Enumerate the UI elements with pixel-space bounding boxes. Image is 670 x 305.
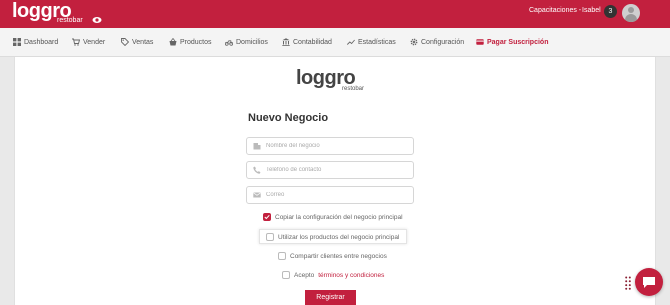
nav-item-configuracion[interactable]: Configuración [410, 38, 464, 46]
form-logo: loggro restobar [296, 67, 386, 95]
drag-handle-icon[interactable] [625, 276, 631, 290]
chat-button[interactable] [635, 268, 663, 296]
page-title: Nuevo Negocio [248, 112, 329, 124]
nav-item-contabilidad[interactable]: Contabilidad [282, 38, 332, 46]
nav-label: Ventas [132, 38, 154, 46]
nav-item-ventas[interactable]: Ventas [121, 38, 153, 46]
share-clients-label: Compartir clientes entre negocios [290, 252, 387, 260]
use-products-label: Utilizar los productos del negocio princ… [278, 233, 400, 241]
nav-item-vender[interactable]: Vender [72, 38, 105, 46]
avatar[interactable] [622, 4, 640, 22]
eye-icon[interactable] [92, 16, 102, 24]
building-icon [253, 143, 261, 150]
terms-check[interactable]: Acepto términos y condiciones [282, 271, 384, 279]
new-business-card: loggro restobar Nuevo Negocio Copiar la … [14, 57, 656, 305]
email-field[interactable] [246, 186, 414, 204]
check-icon [264, 214, 270, 220]
training-menu[interactable]: Capacitaciones - [529, 7, 581, 14]
form-logo-subtitle: restobar [342, 86, 365, 92]
main-nav: Dashboard Vender Ventas Productos Domici… [0, 28, 670, 57]
nav-label: Configuración [421, 38, 465, 46]
nav-label: Vender [83, 38, 106, 46]
bank-icon [282, 38, 290, 46]
checkbox[interactable] [278, 252, 286, 260]
brand-subtitle: restobar [57, 17, 83, 24]
gear-icon [410, 38, 418, 46]
nav-item-productos[interactable]: Productos [169, 38, 212, 46]
phone-field[interactable] [246, 161, 414, 179]
checkbox[interactable] [282, 271, 290, 279]
nav-label: Dashboard [24, 38, 59, 46]
top-bar: loggro restobar Capacitaciones - Isabel … [0, 0, 670, 28]
nav-item-domicilios[interactable]: Domicilios [225, 38, 268, 46]
checkbox-checked[interactable] [263, 213, 271, 221]
nav-label: Estadísticas [358, 38, 396, 46]
copy-config-label: Copiar la configuración del negocio prin… [275, 213, 403, 221]
nav-item-dashboard[interactable]: Dashboard [13, 38, 58, 46]
copy-config-check[interactable]: Copiar la configuración del negocio prin… [263, 213, 403, 221]
nav-label: Productos [180, 38, 212, 46]
envelope-icon [253, 192, 261, 198]
grid-icon [13, 38, 21, 46]
terms-link[interactable]: términos y condiciones [318, 272, 384, 279]
bike-icon [225, 40, 233, 46]
chat-bubble-icon [643, 277, 655, 288]
basket-icon [169, 38, 177, 46]
nav-item-estadisticas[interactable]: Estadísticas [347, 38, 396, 46]
email-input[interactable] [266, 192, 406, 198]
nav-label: Contabilidad [293, 38, 332, 46]
phone-icon [253, 166, 261, 174]
terms-prefix: Acepto [294, 271, 315, 279]
business-name-input[interactable] [266, 143, 406, 149]
nav-label: Domicilios [236, 38, 268, 46]
cart-icon [72, 38, 80, 46]
share-clients-check[interactable]: Compartir clientes entre negocios [278, 252, 387, 260]
use-products-check[interactable]: Utilizar los productos del negocio princ… [266, 233, 399, 241]
user-name[interactable]: Isabel [582, 7, 601, 14]
register-button[interactable]: Registrar [305, 290, 356, 305]
tag-icon [121, 38, 129, 46]
nav-item-pagar-suscripcion[interactable]: Pagar Suscripción [476, 38, 548, 46]
phone-input[interactable] [266, 167, 406, 173]
nav-label: Pagar Suscripción [487, 38, 549, 46]
card-icon [476, 39, 484, 45]
business-name-field[interactable] [246, 137, 414, 155]
notification-badge[interactable]: 3 [604, 5, 617, 18]
checkbox[interactable] [266, 233, 274, 241]
trend-icon [347, 39, 355, 45]
